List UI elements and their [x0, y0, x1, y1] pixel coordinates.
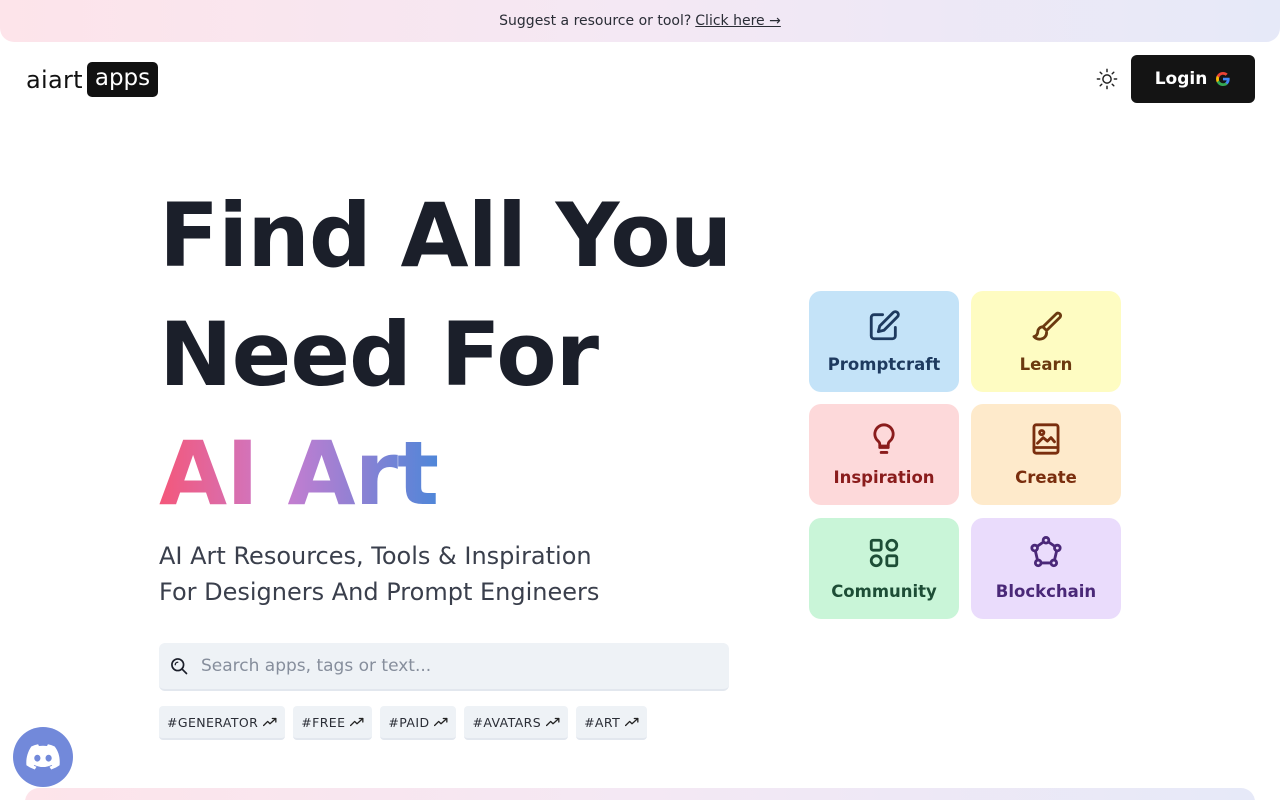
login-label: Login: [1154, 69, 1208, 89]
theme-toggle-button[interactable]: [1094, 66, 1120, 92]
tag-label: #GENERATOR: [167, 714, 259, 730]
category-label: Blockchain: [995, 582, 1097, 601]
search-input[interactable]: [201, 656, 701, 676]
subtitle-line-2: For Designers And Prompt Engineers: [159, 578, 600, 606]
trending-icon: [350, 717, 364, 727]
login-button[interactable]: Login: [1131, 55, 1255, 103]
logo-text-aiart: aiart: [26, 65, 83, 94]
tag-generator[interactable]: #GENERATOR: [159, 706, 286, 740]
tag-avatars[interactable]: #AVATARS: [464, 706, 569, 740]
category-label: Inspiration: [833, 468, 935, 487]
trending-icon: [263, 717, 277, 727]
tag-label: #ART: [584, 714, 621, 730]
search-bar[interactable]: [159, 643, 729, 691]
image-icon: [1029, 422, 1063, 456]
banner-text: Suggest a resource or tool?: [499, 13, 692, 29]
edit-icon: [867, 309, 901, 343]
category-label: Community: [831, 582, 937, 601]
discord-button[interactable]: [13, 727, 73, 787]
network-icon: [1029, 536, 1063, 570]
trending-icon: [625, 717, 639, 727]
category-inspiration[interactable]: Inspiration: [809, 404, 959, 505]
grid-icon: [867, 536, 901, 570]
search-icon: [169, 656, 189, 676]
paintbrush-icon: [1029, 309, 1063, 343]
tag-list: #GENERATOR #FREE #PAID #AVATARS #ART: [159, 706, 648, 740]
category-create[interactable]: Create: [971, 404, 1121, 505]
hero-line-1: Find All You: [159, 184, 732, 287]
hero-line-3-gradient: AI Art: [159, 414, 439, 533]
top-banner: Suggest a resource or tool? Click here →: [0, 0, 1280, 42]
tag-label: #PAID: [388, 714, 430, 730]
tag-paid[interactable]: #PAID: [380, 706, 457, 740]
tag-free[interactable]: #FREE: [293, 706, 373, 740]
google-icon: [1215, 71, 1231, 87]
hero-heading: Find All You Need For AI Art: [159, 176, 732, 533]
trending-icon: [546, 717, 560, 727]
tag-label: #AVATARS: [472, 714, 542, 730]
category-community[interactable]: Community: [809, 518, 959, 619]
category-blockchain[interactable]: Blockchain: [971, 518, 1121, 619]
category-label: Learn: [1019, 355, 1073, 374]
trending-icon: [434, 717, 448, 727]
lightbulb-icon: [867, 422, 901, 456]
category-label: Promptcraft: [827, 355, 941, 374]
banner-link[interactable]: Click here →: [695, 13, 781, 29]
category-label: Create: [1015, 468, 1077, 487]
site-logo[interactable]: aiart apps: [26, 62, 159, 97]
logo-text-apps: apps: [86, 62, 159, 97]
sun-icon: [1096, 68, 1118, 90]
category-promptcraft[interactable]: Promptcraft: [809, 291, 959, 392]
category-learn[interactable]: Learn: [971, 291, 1121, 392]
discord-icon: [26, 744, 60, 770]
bottom-section-edge: [25, 788, 1255, 800]
hero-line-2: Need For: [159, 303, 599, 406]
hero-subtitle: AI Art Resources, Tools & Inspiration Fo…: [159, 538, 739, 610]
tag-label: #FREE: [301, 714, 346, 730]
tag-art[interactable]: #ART: [576, 706, 648, 740]
subtitle-line-1: AI Art Resources, Tools & Inspiration: [159, 542, 592, 570]
